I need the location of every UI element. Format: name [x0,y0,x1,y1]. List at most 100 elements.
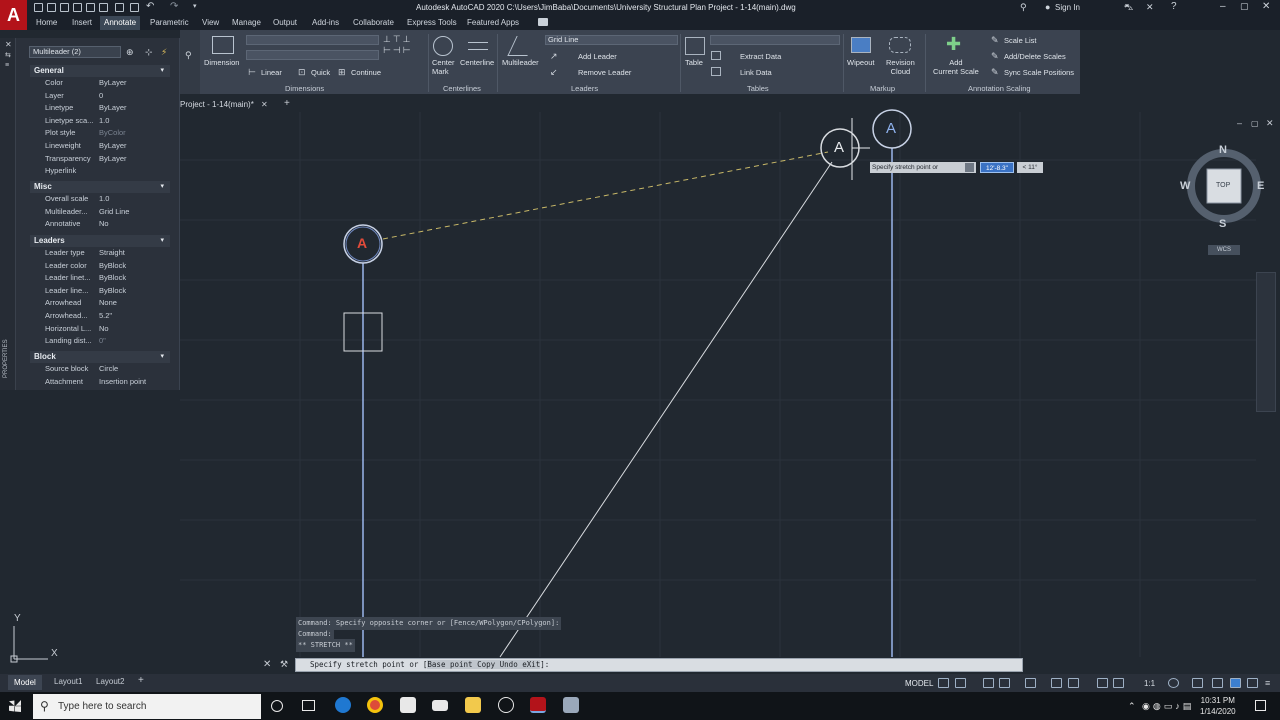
chrome-icon[interactable] [367,697,383,713]
help-icon[interactable]: ? [1171,1,1177,12]
isodraft-icon[interactable] [1025,678,1036,688]
markup-panel-label[interactable]: Markup [870,84,895,93]
task-view-icon[interactable] [302,700,315,711]
remove-leader-button[interactable]: Remove Leader [578,68,631,77]
centerline-icon[interactable] [468,42,488,50]
dynamic-input-angle[interactable]: < 11° [1017,162,1043,173]
revision-cloud-button[interactable]: Revision Cloud [886,58,915,76]
add-current-scale-icon[interactable]: ✚ [946,34,961,55]
centerlines-panel-label[interactable]: Centerlines [443,84,481,93]
command-customize-icon[interactable]: ⚒ [280,659,288,670]
property-value[interactable]: 5.2" [99,311,112,320]
dimensions-panel-label[interactable]: Dimensions [285,84,324,93]
property-section-block[interactable]: Block ▾ [30,351,170,363]
cortana-icon[interactable] [271,700,283,712]
centerline-button[interactable]: Centerline [460,58,494,67]
property-value[interactable]: No [99,219,109,228]
tab-layout2[interactable]: Layout2 [96,677,124,686]
customization-icon[interactable]: ≡ [1265,678,1270,688]
property-value[interactable]: ByBlock [99,261,126,270]
table-icon[interactable] [685,37,705,55]
search-help-icon[interactable]: ⚲ [1020,2,1027,13]
link-data-button[interactable]: Link Data [740,68,772,77]
tray-app-icons[interactable]: ◉◍▭♪▤ [1142,701,1194,712]
property-value[interactable]: Straight [99,248,125,257]
new-icon[interactable] [34,3,43,12]
annotation-scaling-panel-label[interactable]: Annotation Scaling [968,84,1031,93]
file-tab[interactable]: Project - 1-14(main)* [180,100,254,109]
tab-annotate[interactable]: Annotate [100,16,141,30]
collapse-icon[interactable]: ▾ [160,181,164,193]
ortho-icon[interactable] [983,678,994,688]
polar-icon[interactable] [999,678,1010,688]
find-text-icon[interactable]: ⚲ [185,50,192,61]
viewcube-north[interactable]: N [1219,144,1227,156]
new-layout-icon[interactable]: + [138,675,144,686]
tab-express-tools[interactable]: Express Tools [407,18,457,27]
viewcube-south[interactable]: S [1219,218,1226,230]
viewcube-east[interactable]: E [1257,180,1264,192]
tab-manage[interactable]: Manage [232,18,261,27]
command-options[interactable]: Base point Copy Undo eXit [427,660,541,669]
open-web-icon[interactable] [86,3,95,12]
property-section-leaders[interactable]: Leaders ▾ [30,235,170,247]
sync-scale-positions-button[interactable]: Sync Scale Positions [1004,68,1074,77]
dim-tools-icons[interactable]: ⊥⊤⊥ ⊢⊣⊢ [383,34,413,56]
print-icon[interactable] [130,3,139,12]
property-value[interactable]: Grid Line [99,207,129,216]
auto-scale-icon[interactable] [1113,678,1124,688]
property-value[interactable]: ByLayer [99,141,127,150]
continue-button[interactable]: Continue [351,68,381,77]
extract-data-button[interactable]: Extract Data [740,52,781,61]
navigation-bar[interactable] [1256,272,1276,412]
dimension-button[interactable]: Dimension [204,58,239,67]
exchange-icon[interactable]: ✕ [1146,2,1154,13]
store-icon[interactable] [400,697,416,713]
viewcube-top-face[interactable]: TOP [1216,182,1230,189]
property-value[interactable]: Circle [99,364,118,373]
autocad-taskbar-icon[interactable] [530,697,546,713]
tray-chevron-icon[interactable]: ⌃ [1128,701,1136,712]
close-icon[interactable]: ✕ [1262,1,1270,12]
tab-layout1[interactable]: Layout1 [54,677,82,686]
cart-icon[interactable]: ⛍ [1124,2,1133,14]
palette-close-icon[interactable]: ✕ [5,40,12,49]
model-space-toggle[interactable]: MODEL [905,679,933,688]
save-icon[interactable] [60,3,69,12]
toggle-pickadd-icon[interactable]: ⊕ [126,47,134,58]
dynamic-input-menu-icon[interactable] [965,163,974,172]
property-section-misc[interactable]: Misc ▾ [30,181,170,193]
property-section-general[interactable]: General ▾ [30,65,170,77]
wipeout-icon[interactable] [851,37,871,53]
revision-cloud-icon[interactable] [889,37,911,53]
save-as-icon[interactable] [73,3,82,12]
add-current-scale-button[interactable]: Add Current Scale [933,58,979,76]
tables-panel-label[interactable]: Tables [747,84,769,93]
dim-style-dropdown[interactable] [246,35,379,45]
file-explorer-icon[interactable] [465,697,481,713]
command-input[interactable]: Specify stretch point or [Base point Cop… [295,658,1023,672]
linear-button[interactable]: Linear [261,68,282,77]
center-mark-button[interactable]: Center Mark [432,58,455,76]
tab-home[interactable]: Home [36,18,57,27]
property-value[interactable]: 1.0 [99,194,109,203]
tab-view[interactable]: View [202,18,219,27]
user-icon[interactable]: ● [1045,2,1050,12]
multileader-button[interactable]: Multileader [502,58,539,67]
dim-layer-dropdown[interactable] [246,50,379,60]
property-value[interactable]: ByColor [99,128,126,137]
maximize-icon[interactable]: ▢ [1240,1,1249,12]
property-value[interactable]: No [99,324,109,333]
collapse-icon[interactable]: ▾ [160,235,164,247]
grid-icon[interactable] [938,678,949,688]
tab-featured-apps[interactable]: Featured Apps [467,18,519,27]
notification-icon[interactable] [1255,700,1266,711]
quick-select-icon[interactable]: ⚡ [161,47,167,58]
drawing-close-icon[interactable]: ✕ [1266,118,1274,129]
property-value[interactable]: 0 [99,91,103,100]
selection-dropdown[interactable]: Multileader (2) [29,46,121,58]
annotation-scale[interactable]: 1:1 [1144,679,1155,688]
leaders-panel-label[interactable]: Leaders [571,84,598,93]
osnap-tracking-icon[interactable] [1051,678,1062,688]
wcs-menu[interactable]: WCS [1208,245,1240,255]
